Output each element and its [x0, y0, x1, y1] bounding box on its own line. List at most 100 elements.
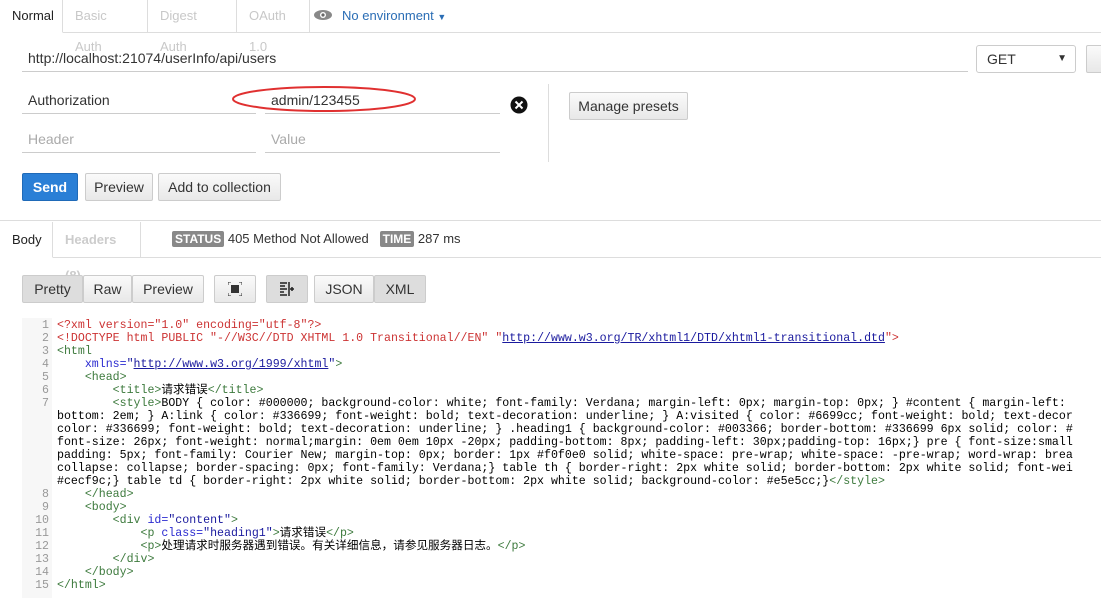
add-to-collection-button[interactable]: Add to collection [158, 173, 281, 201]
code-line: </head> [57, 488, 134, 501]
line-number: 7 [42, 397, 49, 410]
code-token-str: "content" [168, 514, 231, 527]
code-token-txt: collapse: collapse; border-spacing: 0px;… [57, 462, 1073, 475]
code-token-tag: <p> [57, 540, 162, 553]
code-line: <body> [57, 501, 127, 514]
code-token-txt: BODY { color: #000000; background-color:… [161, 397, 1066, 410]
code-token-txt: bottom: 2em; } A:link { color: #336699; … [57, 410, 1073, 423]
params-button[interactable] [1086, 45, 1101, 73]
url-input[interactable]: http://localhost:21074/userInfo/api/user… [22, 44, 968, 72]
line-number: 4 [42, 358, 49, 371]
code-line: <title>请求错误</title> [57, 384, 264, 397]
code-line: <p class="heading1">请求错误</p> [57, 527, 354, 540]
view-raw[interactable]: Raw [83, 275, 132, 303]
line-number: 14 [35, 566, 49, 579]
code-token-tag: <head> [57, 371, 127, 384]
format-json[interactable]: JSON [314, 275, 374, 303]
tab-digest-auth[interactable]: Digest Auth [148, 0, 237, 54]
code-token-tag: <p [57, 527, 162, 540]
line-number: 12 [35, 540, 49, 553]
code-line: </div> [57, 553, 155, 566]
code-token-tag: </style> [829, 475, 885, 488]
time-badge: TIME [379, 231, 415, 247]
code-token-tag: <html [57, 345, 92, 358]
code-token-txt: color: #336699; font-weight: bold; text-… [57, 423, 1073, 436]
code-token-tag: <style> [57, 397, 162, 410]
code-token-tag: </p> [326, 527, 354, 540]
code-line: </html> [57, 579, 106, 592]
view-preview[interactable]: Preview [132, 275, 204, 303]
status-badge: STATUS [172, 231, 225, 247]
code-token-attr: id= [147, 514, 169, 527]
code-token-tag: </div> [57, 553, 155, 566]
remove-header-icon[interactable] [510, 96, 528, 114]
tab-basic-auth[interactable]: Basic Auth [63, 0, 148, 54]
caret-down-icon: ▼ [1057, 53, 1067, 64]
code-line: collapse: collapse; border-spacing: 0px;… [57, 462, 1073, 475]
format-xml[interactable]: XML [374, 275, 426, 303]
status-value: 405 Method Not Allowed [227, 231, 369, 246]
tab-oauth[interactable]: OAuth 1.0 [237, 0, 310, 54]
fullscreen-button[interactable] [214, 275, 256, 303]
line-number: 13 [35, 553, 49, 566]
send-button[interactable]: Send [22, 173, 78, 201]
code-token-attr: xmlns= [57, 358, 127, 371]
code-line: <head> [57, 371, 127, 384]
code-token-tag: > [230, 514, 238, 527]
code-token-tag: </p> [497, 540, 526, 553]
code-line: </body> [57, 566, 134, 579]
code-token-tag: </title> [207, 384, 264, 397]
code-token-attr: class= [161, 527, 204, 540]
line-number: 2 [42, 332, 49, 345]
line-number: 1 [42, 319, 49, 332]
code-token-tag: </body> [57, 566, 134, 579]
code-line: padding: 5px; font-family: Courier New; … [57, 449, 1073, 462]
code-token-pi: "> [884, 332, 899, 345]
code-token-pi: <?xml version="1.0" encoding="utf-8"?> [57, 319, 322, 332]
environment-label: No environment [342, 8, 434, 23]
code-token-tag: </head> [57, 488, 134, 501]
code-line: color: #336699; font-weight: bold; text-… [57, 423, 1073, 436]
method-value: GET [987, 51, 1016, 67]
code-token-str: " [126, 358, 134, 371]
view-pretty[interactable]: Pretty [22, 275, 83, 303]
line-number: 6 [42, 384, 49, 397]
code-token-txt: 处理请求时服务器遇到错误。有关详细信息，请参见服务器日志。 [161, 540, 498, 553]
code-token-tag: </html> [57, 579, 106, 592]
code-token-txt: padding: 5px; font-family: Courier New; … [57, 449, 1073, 462]
tab-body[interactable]: Body [0, 222, 53, 258]
line-number: 15 [35, 579, 49, 592]
response-divider [0, 220, 1101, 221]
wrap-button[interactable] [266, 275, 308, 303]
code-token-tag: <title> [57, 384, 162, 397]
code-line: <html [57, 345, 92, 358]
code-token-url[interactable]: http://www.w3.org/TR/xhtml1/DTD/xhtml1-t… [502, 332, 885, 345]
code-line: <?xml version="1.0" encoding="utf-8"?> [57, 319, 321, 332]
manage-presets-button[interactable]: Manage presets [569, 92, 688, 120]
tab-normal[interactable]: Normal [0, 0, 63, 33]
fullscreen-icon [227, 281, 243, 297]
code-token-txt: font-size: 26px; font-weight: normal;mar… [57, 436, 1073, 449]
preview-button[interactable]: Preview [85, 173, 153, 201]
tab-headers[interactable]: Headers (8) [53, 222, 141, 283]
header-value-placeholder[interactable]: Value [265, 125, 500, 153]
line-number: 10 [35, 514, 49, 527]
code-token-pi: <!DOCTYPE html PUBLIC "-//W3C//DTD XHTML… [57, 332, 503, 345]
line-number: 3 [42, 345, 49, 358]
code-line: xmlns="http://www.w3.org/1999/xhtml"> [57, 358, 342, 371]
time-value: 287 ms [417, 231, 461, 246]
header-key-input[interactable]: Authorization [22, 86, 256, 114]
code-token-url[interactable]: http://www.w3.org/1999/xhtml [134, 358, 329, 371]
code-token-tag: <div [57, 514, 148, 527]
header-key-placeholder[interactable]: Header [22, 125, 256, 153]
eye-icon[interactable] [313, 8, 333, 22]
method-select[interactable]: GET ▼ [976, 45, 1076, 73]
line-number: 5 [42, 371, 49, 384]
code-token-tag: > [272, 527, 280, 540]
code-token-tag: > [335, 358, 343, 371]
code-token-txt: #cecf9c;} table td { border-right: 2px w… [57, 475, 830, 488]
line-number: 11 [35, 527, 49, 540]
environment-dropdown[interactable]: No environment ▼ [342, 8, 446, 23]
response-tabs-divider [0, 257, 1101, 258]
code-token-txt: 请求错误 [161, 384, 208, 397]
